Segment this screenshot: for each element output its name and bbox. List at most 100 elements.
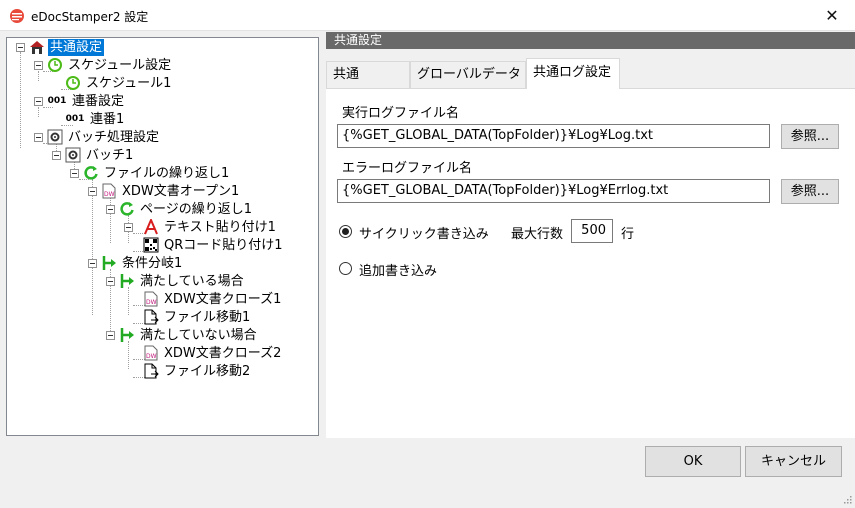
collapse-toggle[interactable] (124, 223, 133, 232)
collapse-toggle[interactable] (34, 97, 43, 106)
collapse-toggle[interactable] (34, 133, 43, 142)
file-move-icon (143, 363, 159, 379)
collapse-toggle[interactable] (34, 61, 43, 70)
tree-node-file-loop-1[interactable]: ファイルの繰り返し1 (83, 164, 231, 182)
error-log-browse-button[interactable]: 参照... (781, 179, 839, 204)
batch-gear-icon (65, 147, 81, 163)
append-write-radio[interactable] (339, 262, 352, 275)
tree-node-batch-1[interactable]: バッチ1 (65, 146, 135, 164)
collapse-toggle[interactable] (88, 187, 97, 196)
max-lines-label: 最大行数 (511, 227, 564, 242)
max-lines-unit: 行 (621, 227, 635, 242)
exec-log-field[interactable]: {%GET_GLOBAL_DATA(TopFolder)}¥Log¥Log.tx… (337, 124, 770, 148)
tree-node-label: QRコード貼り付け1 (164, 237, 283, 253)
tree-node-not-satisfied[interactable]: 満たしていない場合 (119, 326, 259, 344)
exec-log-label: 実行ログファイル名 (342, 106, 460, 121)
svg-text:DW: DW (146, 353, 157, 360)
window-title: eDocStamper2 設定 (31, 10, 149, 24)
xdw-doc-icon: DW (143, 345, 159, 361)
tree-node-branch-1[interactable]: 条件分岐1 (101, 254, 184, 272)
loop-icon (119, 201, 135, 217)
tree-node-label: 満たしている場合 (140, 273, 244, 289)
dialog-footer: OK キャンセル (0, 440, 855, 506)
tree-node-common[interactable]: 共通設定 (29, 38, 105, 56)
collapse-toggle[interactable] (106, 205, 115, 214)
error-log-label: エラーログファイル名 (342, 161, 473, 176)
ok-button[interactable]: OK (645, 446, 741, 477)
house-icon (29, 39, 45, 55)
tree-node-label: テキスト貼り付け1 (164, 219, 276, 235)
tree-node-file-move-2[interactable]: ファイル移動2 (143, 362, 252, 380)
collapse-toggle[interactable] (106, 277, 115, 286)
tab-common-log[interactable]: 共通ログ設定 (526, 58, 620, 89)
tree-node-label: バッチ1 (86, 147, 134, 163)
collapse-toggle[interactable] (52, 151, 61, 160)
tree-node-file-move-1[interactable]: ファイル移動1 (143, 308, 252, 326)
tree-node-xdw-close-1[interactable]: DW XDW文書クローズ1 (143, 290, 283, 308)
error-log-field[interactable]: {%GET_GLOBAL_DATA(TopFolder)}¥Log¥Errlog… (337, 179, 770, 203)
tab-common[interactable]: 共通 (326, 61, 410, 88)
clock-icon (47, 57, 63, 73)
branch-icon (101, 255, 117, 271)
qr-code-icon (143, 237, 159, 253)
exec-log-browse-button[interactable]: 参照... (781, 124, 839, 149)
append-write-label[interactable]: 追加書き込み (359, 260, 437, 279)
branch-icon (119, 273, 135, 289)
tree-node-label: ページの繰り返し1 (140, 201, 253, 217)
svg-text:DW: DW (104, 191, 115, 198)
settings-tree[interactable]: 共通設定 スケジュール設定 スケジュール1 001 連番設定 001 連番1 バ… (6, 37, 319, 436)
cyclic-write-label[interactable]: サイクリック書き込み (359, 223, 489, 242)
xdw-doc-icon: DW (101, 183, 117, 199)
resize-grip-icon[interactable] (842, 493, 852, 504)
tree-node-page-loop-1[interactable]: ページの繰り返し1 (119, 200, 254, 218)
batch-gear-icon (47, 129, 63, 145)
tree-node-text-paste-1[interactable]: テキスト貼り付け1 (143, 218, 278, 236)
collapse-toggle[interactable] (88, 259, 97, 268)
tree-node-batch-settings[interactable]: バッチ処理設定 (47, 128, 161, 146)
serial-001-icon: 001 (65, 114, 85, 124)
app-icon (9, 8, 25, 24)
collapse-toggle[interactable] (16, 43, 25, 52)
tree-node-label: XDW文書クローズ1 (164, 291, 282, 307)
tree-node-label: 条件分岐1 (122, 255, 183, 271)
clock-icon (65, 75, 81, 91)
tree-node-label: ファイル移動2 (164, 363, 251, 379)
tree-node-label: 連番設定 (72, 93, 125, 109)
tree-node-label: ファイルの繰り返し1 (104, 165, 230, 181)
branch-icon (119, 327, 135, 343)
tree-node-label: 共通設定 (48, 38, 105, 56)
tree-node-label: スケジュール設定 (68, 57, 172, 73)
tree-node-xdw-close-2[interactable]: DW XDW文書クローズ2 (143, 344, 283, 362)
title-bar: eDocStamper2 設定 ✕ (0, 0, 855, 31)
tree-node-label: XDW文書クローズ2 (164, 345, 282, 361)
tab-global-data[interactable]: グローバルデータ (410, 61, 526, 88)
text-a-icon (143, 219, 159, 235)
loop-icon (83, 165, 99, 181)
tree-node-label: スケジュール1 (86, 75, 172, 91)
collapse-toggle[interactable] (106, 331, 115, 340)
tree-node-xdw-open-1[interactable]: DW XDW文書オープン1 (101, 182, 241, 200)
max-lines-field[interactable]: 500 (571, 219, 613, 243)
tree-node-label: 連番1 (90, 111, 125, 127)
file-move-icon (143, 309, 159, 325)
tree-node-schedule-settings[interactable]: スケジュール設定 (47, 56, 173, 74)
tree-node-serial-settings[interactable]: 001 連番設定 (47, 92, 126, 110)
tree-node-label: ファイル移動1 (164, 309, 251, 325)
tree-node-label: 満たしていない場合 (140, 327, 257, 343)
tree-node-schedule-1[interactable]: スケジュール1 (65, 74, 173, 92)
tree-node-serial-1[interactable]: 001 連番1 (65, 110, 126, 128)
cancel-button[interactable]: キャンセル (745, 446, 842, 477)
tree-node-satisfied[interactable]: 満たしている場合 (119, 272, 246, 290)
svg-text:DW: DW (146, 299, 157, 306)
close-button[interactable]: ✕ (809, 0, 855, 31)
tab-content: 実行ログファイル名 {%GET_GLOBAL_DATA(TopFolder)}¥… (326, 88, 855, 438)
collapse-toggle[interactable] (70, 169, 79, 178)
tab-strip: 共通 グローバルデータ 共通ログ設定 (326, 58, 855, 89)
panel-header: 共通設定 (326, 32, 855, 49)
tree-node-label: バッチ処理設定 (68, 129, 160, 145)
cyclic-write-radio[interactable] (339, 225, 352, 238)
serial-001-icon: 001 (47, 96, 67, 106)
xdw-doc-icon: DW (143, 291, 159, 307)
tree-node-label: XDW文書オープン1 (122, 183, 240, 199)
tree-node-qr-paste-1[interactable]: QRコード貼り付け1 (143, 236, 285, 254)
